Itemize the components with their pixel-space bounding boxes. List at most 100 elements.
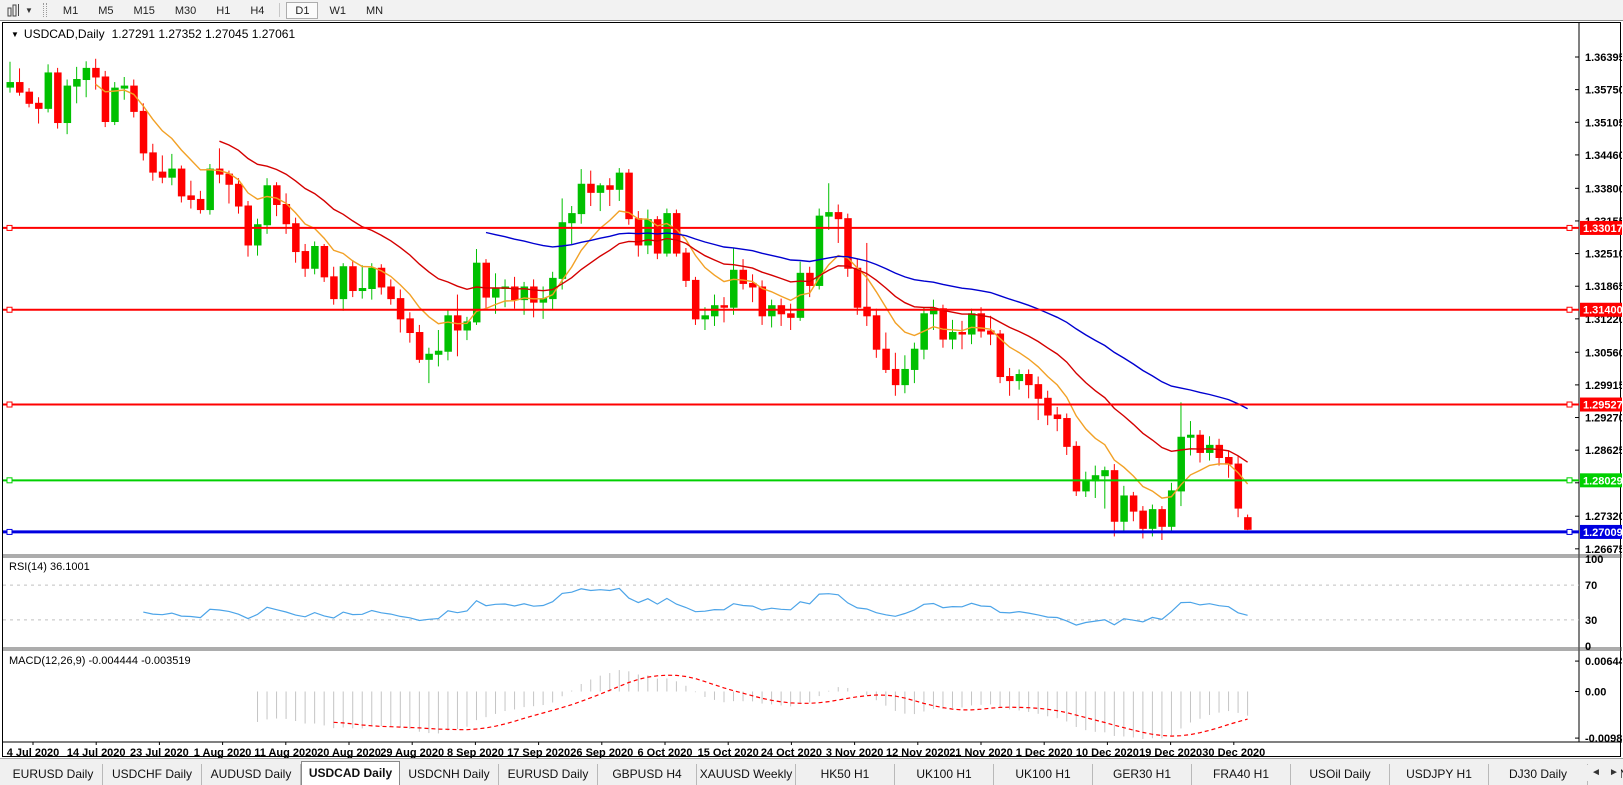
tab-usdcad-daily[interactable]: USDCAD Daily [301,761,400,785]
candle-body [17,83,24,93]
candle-body [578,184,585,213]
timeframe-button-w1[interactable]: W1 [320,2,355,19]
price-tick-label: 1.35750 [1585,85,1622,97]
rsi-axis-label: 70 [1585,580,1597,592]
macd-axis-label: -0.009871 [1585,733,1622,745]
date-tick-label: 8 Sep 2020 [447,747,504,758]
price-tick-label: 1.35105 [1585,117,1622,129]
line-drag-handle[interactable] [1567,529,1572,534]
candle-body [426,354,433,359]
date-tick-label: 3 Nov 2020 [826,747,883,758]
candle-body [93,68,100,77]
date-tick-label: 6 Oct 2020 [637,747,692,758]
candle-body [1159,510,1166,527]
candle-body [1035,385,1042,399]
tab-fra40-h1[interactable]: FRA40 H1 [1192,764,1291,785]
timeframe-button-mn[interactable]: MN [357,2,392,19]
candle-body [321,246,328,276]
chart-type-dropdown[interactable]: ▼ [0,1,37,19]
candle-body [407,319,414,333]
tab-gbpusd-h4[interactable]: GBPUSD H4 [598,764,697,785]
tab-usdjpy-h1[interactable]: USDJPY H1 [1390,764,1489,785]
tab-uk100-h1[interactable]: UK100 H1 [994,764,1093,785]
tab-audusd-daily[interactable]: AUDUSD Daily [202,764,301,785]
candle-body [207,169,214,209]
candle-body [188,196,195,200]
tab-uk100-h1[interactable]: UK100 H1 [895,764,994,785]
collapse-triangle-icon[interactable]: ▼ [11,30,19,39]
candle-body [683,253,690,280]
chart-window[interactable]: 1.363951.357501.351051.344601.338001.331… [2,22,1621,757]
line-drag-handle[interactable] [7,529,12,534]
candle-body [1197,435,1204,452]
timeframe-button-m30[interactable]: M30 [166,2,205,19]
line-drag-handle[interactable] [7,402,12,407]
candle-body [55,73,62,123]
tab-ger30-h1[interactable]: GER30 H1 [1093,764,1192,785]
tab-eurusd-daily[interactable]: EURUSD Daily [499,764,598,785]
candle-body [264,186,271,225]
candle-body [1054,415,1061,419]
tabs-scroll-right-icon[interactable]: ► [1607,765,1621,781]
timeframe-button-m5[interactable]: M5 [89,2,122,19]
tab-usdcnh-daily[interactable]: USDCNH Daily [400,764,499,785]
date-tick-label: 14 Jul 2020 [67,747,126,758]
line-drag-handle[interactable] [1567,402,1572,407]
candle-body [826,213,833,217]
candle-body [1083,481,1090,491]
line-drag-handle[interactable] [1567,307,1572,312]
candle-body [959,333,966,335]
rsi-axis-label: 0 [1585,641,1591,653]
macd-indicator-label: MACD(12,26,9) -0.004444 -0.003519 [9,655,191,667]
line-drag-handle[interactable] [1567,225,1572,230]
timeframe-button-h1[interactable]: H1 [207,2,239,19]
candle-body [911,349,918,369]
candle-body [588,184,595,192]
date-tick-label: 19 Dec 2020 [1139,747,1202,758]
candle-body [150,153,157,172]
candle-body [607,186,614,190]
candle-body [435,351,442,354]
tabs-scroll-left-icon[interactable]: ◄ [1589,765,1603,781]
tab-xauusd-weekly[interactable]: XAUUSD Weekly [697,764,796,785]
price-tick-label: 1.29915 [1585,380,1622,392]
candle-body [1245,518,1252,530]
candle-body [1073,446,1080,491]
date-tick-label: 20 Aug 2020 [317,747,381,758]
candle-body [692,280,699,318]
timeframe-button-m15[interactable]: M15 [124,2,163,19]
candle-body [1216,445,1223,457]
candle-body [369,268,376,288]
candle-body [721,306,728,308]
price-level-label: 1.31400 [1583,305,1622,317]
candle-body [350,267,357,291]
candle-body [283,204,290,223]
chart-canvas[interactable]: 1.363951.357501.351051.344601.338001.331… [3,23,1622,758]
candle-body [1102,471,1109,476]
timeframe-button-d1[interactable]: D1 [286,2,318,19]
date-tick-label: 1 Dec 2020 [1016,747,1073,758]
candle-body [312,246,319,268]
candle-body [1016,375,1023,381]
chart-title: ▼ USDCAD,Daily 1.27291 1.27352 1.27045 1… [11,27,295,41]
line-drag-handle[interactable] [7,225,12,230]
price-tick-label: 1.36395 [1585,52,1622,64]
timeframe-button-m1[interactable]: M1 [54,2,87,19]
tab-eurusd-daily[interactable]: EURUSD Daily [4,764,103,785]
tab-usdchf-daily[interactable]: USDCHF Daily [103,764,202,785]
timeframe-button-h4[interactable]: H4 [241,2,273,19]
price-tick-label: 1.27320 [1585,511,1622,523]
tab-usoil-daily[interactable]: USOil Daily [1291,764,1390,785]
line-drag-handle[interactable] [7,478,12,483]
candle-body [759,287,766,316]
candle-body [559,223,566,279]
line-drag-handle[interactable] [7,307,12,312]
line-drag-handle[interactable] [1567,478,1572,483]
candle-body [140,111,147,152]
toolbar-grip-handle[interactable] [43,3,47,17]
candle-body [197,199,204,209]
price-tick-label: 1.32510 [1585,249,1622,261]
tab-dj30-daily[interactable]: DJ30 Daily [1489,764,1588,785]
tab-hk50-h1[interactable]: HK50 H1 [796,764,895,785]
rsi-axis-label: 30 [1585,615,1597,627]
